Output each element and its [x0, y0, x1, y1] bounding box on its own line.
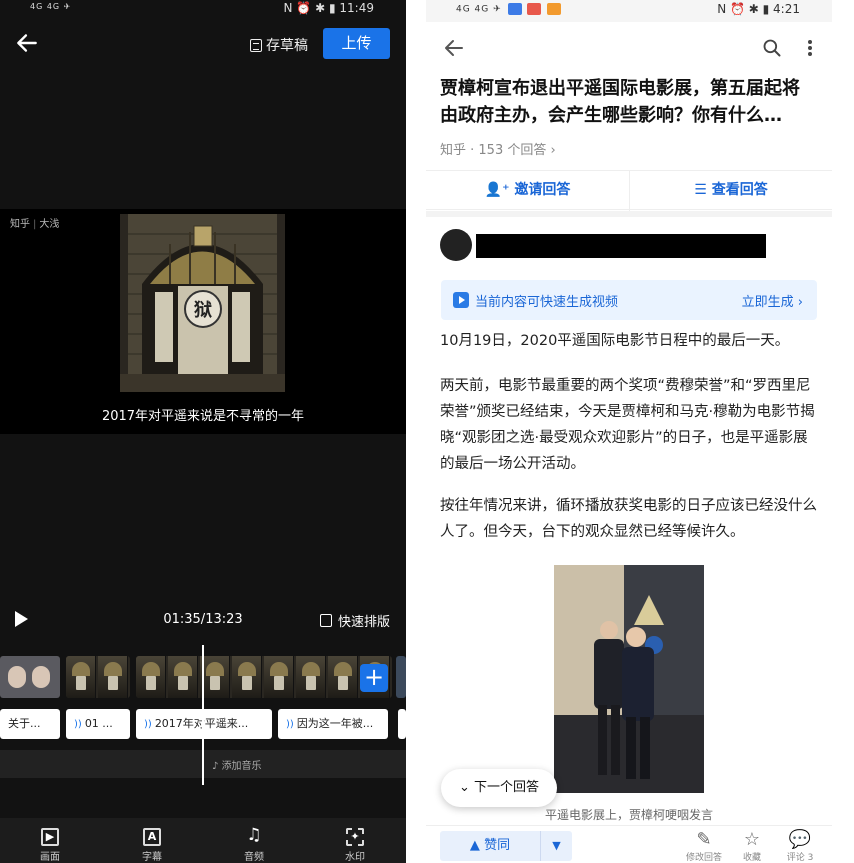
nav-subtitle-label: 字幕	[142, 852, 162, 863]
nav-subtitle[interactable]: A 字幕	[122, 828, 182, 863]
edit-answer-button[interactable]: ✎ 修改回答	[680, 830, 728, 863]
nav-watermark-label: 水印	[345, 852, 365, 863]
question-meta[interactable]: 知乎 · 153 个回答 ›	[440, 139, 556, 158]
invite-answer-button[interactable]: 👤⁺ 邀请回答	[426, 171, 629, 211]
timeline-clip[interactable]	[66, 656, 130, 698]
prison-gate-image: 狱	[120, 214, 285, 392]
video-watermark: 知乎 | 大浅	[10, 219, 60, 230]
back-arrow-icon[interactable]	[14, 30, 40, 56]
person-add-icon: 👤⁺	[484, 182, 515, 198]
watermark-brand: 知乎	[10, 219, 30, 230]
back-arrow-icon[interactable]	[442, 36, 466, 60]
status-time: 11:49	[339, 1, 374, 15]
subtitle-segment[interactable]: )) 因为这一年被...	[278, 709, 388, 739]
upvote-button[interactable]: ▲ 赞同	[440, 831, 540, 861]
generate-video-banner[interactable]: 当前内容可快速生成视频 立即生成 ›	[441, 280, 817, 320]
editor-topbar: 存草稿 上传	[0, 26, 406, 62]
timeline-clip[interactable]	[136, 656, 392, 698]
triangle-down-icon: ▼	[552, 839, 561, 852]
svg-text:狱: 狱	[194, 300, 212, 321]
question-title[interactable]: 贾樟柯宣布退出平遥国际电影展，第五届起将由政府主办，会产生哪些影响？你有什么…	[440, 75, 812, 129]
save-draft-button[interactable]: 存草稿	[250, 35, 308, 55]
video-icon	[453, 292, 469, 308]
section-divider	[426, 211, 832, 217]
triangle-up-icon: ▲	[469, 838, 485, 853]
pencil-icon: ✎	[696, 829, 712, 850]
video-editor-pane: 4G 4G ✈ N ⏰ ✱ ▮ 11:49 存草稿 上传 知乎 | 大浅 狱 2…	[0, 0, 406, 863]
app-badge-icon	[527, 3, 542, 15]
text-icon: A	[143, 828, 161, 846]
downvote-button[interactable]: ▼	[540, 831, 572, 861]
nav-watermark[interactable]: ✦ 水印	[325, 828, 385, 863]
favorite-button[interactable]: ☆ 收藏	[728, 830, 776, 863]
list-icon: ☰	[694, 182, 712, 198]
status-time-right: 4:21	[773, 2, 800, 16]
comment-bubble-icon: 💬	[788, 829, 812, 850]
timeline-clip[interactable]	[396, 656, 406, 698]
video-preview[interactable]: 知乎 | 大浅 狱 2017年对平遥来说是不寻常的一年	[0, 209, 406, 434]
next-answer-button[interactable]: ⌄ 下一个回答	[441, 769, 557, 807]
redacted-author-info	[476, 234, 766, 258]
video-caption: 2017年对平遥来说是不寻常的一年	[101, 409, 305, 424]
photo-caption: 平遥电影展上，贾樟柯哽咽发言	[544, 808, 713, 822]
music-note-icon: ♪	[212, 761, 222, 772]
draft-icon	[250, 38, 262, 52]
nav-frame-label: 画面	[40, 852, 60, 863]
answer-paragraph: 按往年情况来讲，循环播放获奖电影的日子应该已经没什么人了。但今天，台下的观众显然…	[440, 498, 817, 540]
vote-control: ▲ 赞同 ▼	[440, 831, 572, 861]
subtitle-segment[interactable]: 关于...	[0, 709, 60, 739]
audio-wave-icon: ))	[74, 719, 82, 730]
timeline-playhead[interactable]	[202, 645, 204, 785]
audio-wave-icon: ))	[286, 719, 294, 730]
question-actions: 👤⁺ 邀请回答 ☰ 查看回答	[426, 170, 832, 211]
generate-video-text: 当前内容可快速生成视频	[475, 295, 619, 310]
quick-layout-button[interactable]: 快速排版	[319, 611, 390, 630]
subtitle-segment[interactable]: ))2017年对平遥来...	[136, 709, 272, 739]
timeline-clip[interactable]	[0, 656, 60, 698]
nav-audio[interactable]: ♫ 音频	[224, 825, 284, 863]
watermark-icon: ✦	[346, 828, 364, 846]
add-clip-button[interactable]: +	[360, 664, 388, 692]
subtitle-segment[interactable]	[398, 709, 406, 739]
zhihu-answer-pane: 4G 4G ✈ N ⏰ ✱ ▮ 4:21 贾樟柯宣布退出平遥国际电影展，第五届起…	[426, 0, 832, 863]
editor-bottom-nav: ▶ 画面 A 字幕 ♫ 音频 ✦ 水印	[0, 818, 406, 863]
search-icon[interactable]	[762, 38, 782, 58]
answer-bottom-bar: ▲ 赞同 ▼ ✎ 修改回答 ☆ 收藏 💬 评论 3	[426, 825, 832, 863]
comment-button[interactable]: 💬 评论 3	[776, 830, 824, 863]
status-icons-right: N ⏰ ✱ ▮	[283, 1, 336, 15]
answer-paragraph: 10月19日，2020平遥国际电影节日程中的最后一天。	[440, 333, 790, 349]
author-row[interactable]	[440, 229, 832, 269]
more-options-icon[interactable]	[808, 40, 812, 56]
quick-layout-label: 快速排版	[337, 615, 390, 630]
frame-icon: ▶	[41, 828, 59, 846]
star-icon: ☆	[743, 829, 761, 850]
nav-frame[interactable]: ▶ 画面	[20, 828, 80, 863]
music-icon: ♫	[246, 825, 262, 845]
app-badge-icon	[547, 3, 562, 15]
add-music-label: 添加音乐	[221, 761, 262, 772]
app-badge-icon	[507, 3, 522, 15]
view-answers-button[interactable]: ☰ 查看回答	[629, 171, 832, 211]
upload-button[interactable]: 上传	[323, 28, 390, 59]
audio-wave-icon: ))	[144, 719, 152, 730]
nav-audio-label: 音频	[244, 852, 264, 863]
watermark-author: 大浅	[39, 219, 60, 230]
answer-paragraph: 两天前，电影节最重要的两个奖项“费穆荣誉”和“罗西里尼荣誉”颁奖已经结束，今天是…	[440, 378, 815, 472]
double-chevron-down-icon: ⌄	[458, 780, 474, 795]
status-bar-right: 4G 4G ✈ N ⏰ ✱ ▮ 4:21	[426, 0, 832, 22]
subtitle-segment[interactable]: )) 01 ...	[66, 709, 130, 739]
generate-now-link[interactable]: 立即生成 ›	[742, 291, 803, 310]
layout-icon	[319, 614, 332, 627]
answer-photo[interactable]	[554, 565, 704, 793]
playback-controls: 01:35/13:23 快速排版	[0, 606, 406, 632]
save-draft-label: 存草稿	[266, 38, 308, 54]
avatar[interactable]	[440, 229, 472, 261]
status-bar-left: 4G 4G ✈ N ⏰ ✱ ▮ 11:49	[0, 0, 406, 20]
status-icons-left: 4G 4G ✈	[30, 2, 72, 11]
answer-header	[426, 30, 832, 66]
